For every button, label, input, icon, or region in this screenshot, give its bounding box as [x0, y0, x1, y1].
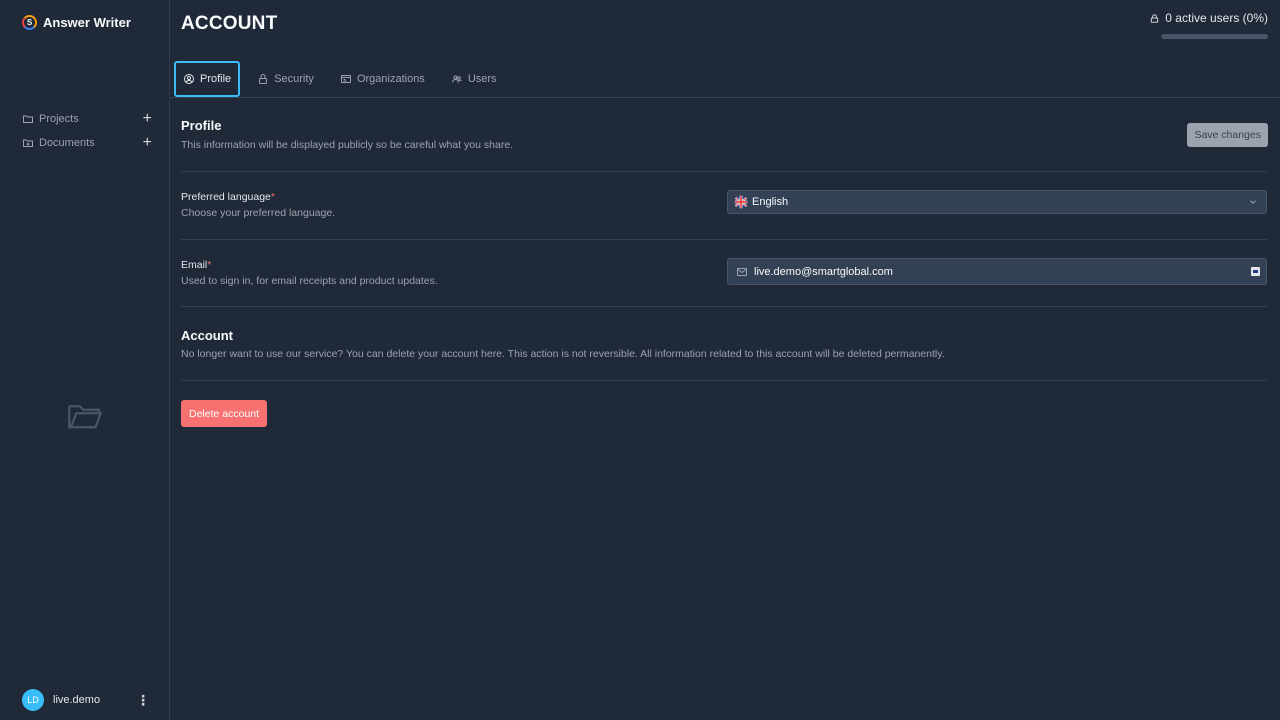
sidebar-item-label: Documents — [39, 137, 95, 149]
email-field[interactable]: live.demo@smartglobal.com — [727, 258, 1267, 285]
open-folder-icon — [68, 405, 103, 429]
language-select[interactable]: English — [727, 190, 1267, 214]
email-label: Email* — [181, 259, 211, 271]
sidebar-item-projects[interactable]: Projects + — [22, 107, 152, 131]
account-section-title: Account — [181, 328, 233, 343]
tab-profile[interactable]: Profile — [174, 61, 241, 97]
tab-bar: Profile Security Organizations Users — [174, 61, 506, 97]
document-folder-icon — [23, 139, 33, 147]
tab-label: Security — [274, 73, 314, 85]
uk-flag-icon — [734, 195, 748, 209]
more-vertical-icon[interactable]: ⋮ — [136, 692, 150, 709]
email-field-value: live.demo@smartglobal.com — [754, 265, 893, 278]
profile-section-description: This information will be displayed publi… — [181, 139, 514, 151]
lock-icon — [259, 74, 268, 84]
add-document-icon[interactable]: + — [143, 135, 152, 151]
required-marker: * — [270, 191, 275, 203]
required-marker: * — [207, 259, 212, 271]
save-changes-button[interactable]: Save changes — [1187, 123, 1268, 147]
page-title: ACCOUNT — [181, 13, 278, 34]
sidebar: S Answer Writer Projects + Documents + L… — [0, 0, 170, 720]
brand-logo-icon: S — [22, 15, 37, 30]
language-select-value: English — [752, 196, 789, 208]
tab-organizations[interactable]: Organizations — [331, 61, 434, 97]
user-name: live.demo — [53, 694, 101, 706]
account-section-description: No longer want to use our service? You c… — [181, 348, 945, 360]
email-description: Used to sign in, for email receipts and … — [181, 275, 438, 287]
divider — [181, 239, 1267, 240]
folder-icon — [23, 115, 33, 123]
tab-users[interactable]: Users — [442, 61, 506, 97]
mail-icon — [737, 267, 747, 276]
preferred-language-label: Preferred language* — [181, 191, 275, 203]
brand[interactable]: S Answer Writer — [22, 15, 131, 30]
email-label-text: Email — [181, 259, 208, 271]
tab-divider — [170, 97, 1280, 98]
sidebar-nav: Projects + Documents + — [22, 107, 152, 155]
tab-label: Profile — [200, 73, 232, 85]
sidebar-item-documents[interactable]: Documents + — [22, 131, 152, 155]
divider — [181, 306, 1267, 307]
divider — [181, 380, 1267, 381]
delete-account-button[interactable]: Delete account — [181, 400, 268, 427]
active-users-text: 0 active users (0%) — [1165, 11, 1268, 25]
add-project-icon[interactable]: + — [143, 111, 152, 127]
avatar: LD — [22, 689, 44, 711]
active-users-indicator: 0 active users (0%) — [1149, 11, 1268, 25]
divider — [181, 171, 1267, 172]
active-users-progress — [1161, 34, 1268, 39]
user-menu[interactable]: LD live.demo ⋮ — [22, 689, 150, 711]
users-icon — [451, 75, 462, 83]
user-circle-icon — [184, 74, 194, 84]
tab-label: Organizations — [356, 73, 425, 85]
profile-section-title: Profile — [181, 118, 222, 133]
sidebar-item-label: Projects — [39, 113, 79, 125]
lock-icon — [1151, 13, 1159, 23]
chevron-down-icon — [1250, 200, 1256, 204]
brand-name: Answer Writer — [43, 15, 131, 30]
preferred-language-description: Choose your preferred language. — [181, 207, 336, 219]
preferred-language-label-text: Preferred language — [181, 191, 271, 203]
id-card-icon — [340, 75, 351, 83]
tab-label: Users — [467, 73, 497, 85]
password-manager-icon[interactable] — [1251, 267, 1260, 276]
tab-security[interactable]: Security — [248, 61, 323, 97]
main-content: ACCOUNT 0 active users (0%) Profile Secu… — [170, 0, 1280, 720]
